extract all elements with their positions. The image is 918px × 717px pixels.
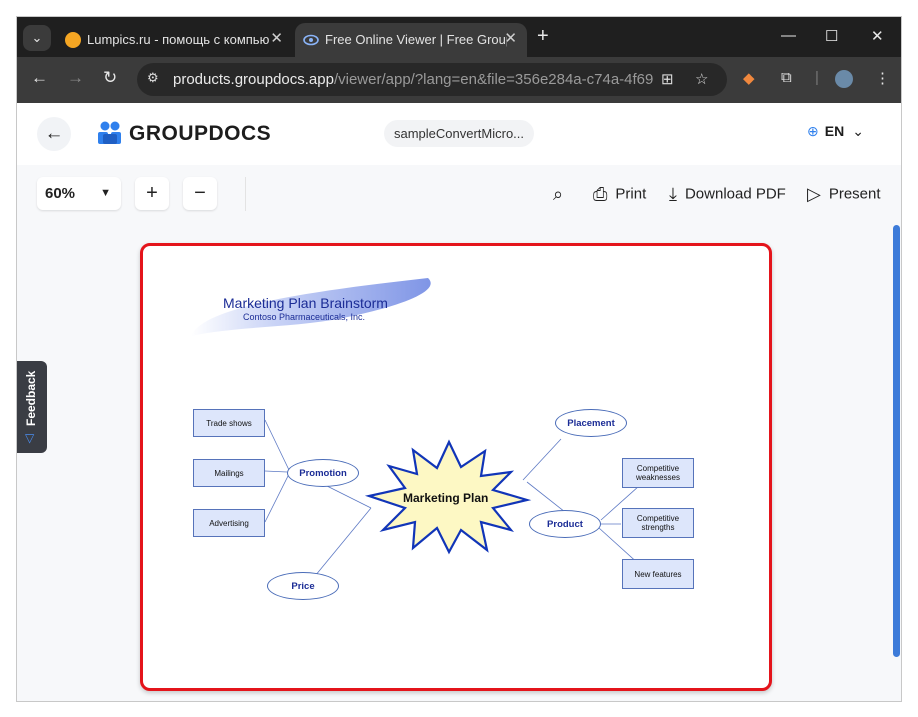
vertical-scrollbar[interactable]: [893, 225, 900, 657]
close-window-button[interactable]: ✕: [871, 27, 884, 45]
zoom-value: 60%: [45, 185, 76, 202]
diagram-subtitle: Contoso Pharmaceuticals, Inc.: [243, 312, 366, 322]
language-code: EN: [824, 123, 845, 139]
reload-icon[interactable]: ↻: [103, 68, 117, 88]
product-item-weaknesses: Competitive weaknesses: [622, 458, 694, 488]
download-icon: ⤓: [669, 184, 677, 204]
forward-arrow-icon[interactable]: →: [67, 68, 84, 88]
tab-groupdocs[interactable]: Free Online Viewer | Free GroupDocs App …: [295, 23, 527, 57]
present-label: Present: [828, 185, 881, 203]
menu-kebab-icon[interactable]: ⋮: [875, 69, 890, 87]
app-header: ← GROUPDOCS sampleConvertMicro... ⊕ EN ⌄: [17, 103, 901, 165]
print-button[interactable]: ⎙ Print: [593, 184, 646, 205]
download-label: Download PDF: [684, 185, 786, 203]
profile-avatar[interactable]: [835, 70, 853, 88]
site-info-icon[interactable]: ⚙: [147, 70, 165, 88]
maximize-button[interactable]: ☐: [825, 27, 838, 45]
file-name-chip[interactable]: sampleConvertMicro...: [384, 120, 534, 147]
brand-name: GROUPDOCS: [129, 122, 272, 145]
tab-search-icon[interactable]: ⌄: [23, 25, 51, 51]
new-tab-button[interactable]: +: [537, 25, 549, 48]
address-bar[interactable]: ⚙ products.groupdocs.app/viewer/app/?lan…: [137, 63, 727, 96]
search-icon[interactable]: ⌕: [553, 184, 571, 205]
promotion-item-advertising: Advertising: [193, 509, 265, 537]
play-icon: ▷: [807, 184, 821, 204]
minimize-button[interactable]: —: [781, 27, 796, 44]
feedback-tab[interactable]: Feedback ▽: [17, 361, 47, 453]
browser-toolbar: ← → ↻ ⚙ products.groupdocs.app/viewer/ap…: [17, 57, 901, 103]
tab-bar: ⌄ Lumpics.ru - помощь с компьютером ✕ Fr…: [17, 17, 901, 57]
print-label: Print: [615, 185, 647, 203]
translate-icon[interactable]: ⊞: [661, 70, 674, 88]
product-item-new-features: New features: [622, 559, 694, 589]
groupdocs-logo-icon: [98, 121, 121, 144]
close-tab-icon[interactable]: ✕: [504, 29, 517, 47]
feedback-label: Feedback: [24, 370, 38, 426]
bookmark-star-icon[interactable]: ☆: [695, 70, 708, 88]
lumpics-favicon-icon: [65, 32, 81, 48]
product-item-strengths: Competitive strengths: [622, 508, 694, 538]
language-selector[interactable]: ⊕ EN ⌄: [807, 123, 864, 140]
toolbar-divider: [245, 177, 246, 211]
browser-window: ⌄ Lumpics.ru - помощь с компьютером ✕ Fr…: [16, 16, 902, 702]
document-page: Marketing Plan Brainstorm Contoso Pharma…: [140, 243, 772, 691]
hub-price: Price: [267, 572, 339, 600]
url-text: products.groupdocs.app/viewer/app/?lang=…: [173, 71, 653, 88]
download-pdf-button[interactable]: ⤓ Download PDF: [669, 184, 786, 205]
center-label: Marketing Plan: [403, 491, 489, 505]
hub-promotion: Promotion: [287, 459, 359, 487]
back-button[interactable]: ←: [37, 117, 71, 151]
printer-icon: ⎙: [593, 184, 608, 204]
eye-favicon-icon: [303, 34, 319, 46]
present-button[interactable]: ▷ Present: [807, 184, 881, 205]
tab-lumpics[interactable]: Lumpics.ru - помощь с компьютером ✕: [57, 23, 293, 57]
hub-placement: Placement: [555, 409, 627, 437]
hub-product: Product: [529, 510, 601, 538]
zoom-in-button[interactable]: +: [135, 177, 169, 210]
back-arrow-icon[interactable]: ←: [31, 68, 48, 88]
tab-title: Lumpics.ru - помощь с компьютером: [87, 32, 269, 47]
url-path: /viewer/app/?lang=en&file=356e284a-c74a-…: [333, 71, 653, 88]
close-tab-icon[interactable]: ✕: [270, 29, 283, 47]
diagram-title: Marketing Plan Brainstorm: [223, 295, 388, 311]
filter-icon: ▽: [25, 431, 35, 445]
url-host: products.groupdocs.app: [173, 71, 334, 88]
zoom-select[interactable]: 60% ▼: [37, 177, 121, 210]
promotion-item-mailings: Mailings: [193, 459, 265, 487]
chevron-down-icon: ▼: [100, 187, 111, 199]
extensions-puzzle-icon[interactable]: ⧉: [781, 69, 792, 86]
toolbar-divider: |: [815, 69, 819, 86]
chevron-down-icon: ⌄: [852, 123, 864, 139]
promotion-item-trade-shows: Trade shows: [193, 409, 265, 437]
metamask-fox-icon[interactable]: ◆: [743, 69, 755, 87]
zoom-out-button[interactable]: −: [183, 177, 217, 210]
viewer-toolbar: 60% ▼ + − ⌕ ⎙ Print ⤓ Download PDF ▷ Presen…: [17, 165, 901, 223]
tab-title: Free Online Viewer | Free GroupDocs App: [325, 32, 507, 47]
globe-icon: ⊕: [807, 123, 819, 139]
